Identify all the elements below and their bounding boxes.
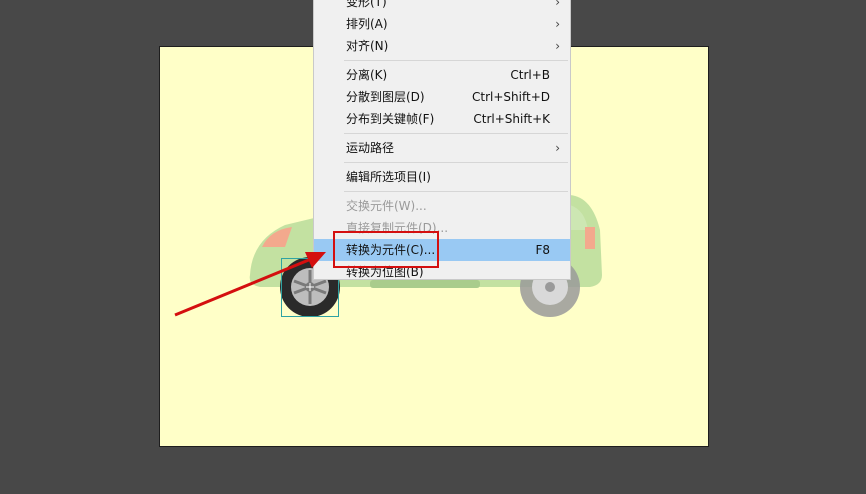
annotation-highlight-box xyxy=(333,231,439,268)
menu-item-distribute-to-layers[interactable]: 分散到图层(D) Ctrl+Shift+D xyxy=(314,86,570,108)
chevron-right-icon: › xyxy=(555,141,560,155)
menu-separator xyxy=(344,162,568,163)
menu-separator xyxy=(344,60,568,61)
menu-separator xyxy=(344,133,568,134)
menu-item-transform[interactable]: 变形(T) › xyxy=(314,0,570,13)
menu-item-motion-path[interactable]: 运动路径 › xyxy=(314,137,570,159)
menu-item-distribute-to-keyframes[interactable]: 分布到关键帧(F) Ctrl+Shift+K xyxy=(314,108,570,130)
menu-separator xyxy=(344,191,568,192)
chevron-right-icon: › xyxy=(555,39,560,53)
menu-item-swap-symbol: 交换元件(W)... xyxy=(346,199,427,213)
menu-item-align[interactable]: 对齐(N) › xyxy=(314,35,570,57)
chevron-right-icon: › xyxy=(555,17,560,31)
chevron-right-icon: › xyxy=(555,0,560,9)
menu-item-edit-selected[interactable]: 编辑所选项目(I) xyxy=(314,166,570,188)
menu-item-arrange[interactable]: 排列(A) › xyxy=(314,13,570,35)
menu-item-break-apart[interactable]: 分离(K) Ctrl+B xyxy=(314,64,570,86)
